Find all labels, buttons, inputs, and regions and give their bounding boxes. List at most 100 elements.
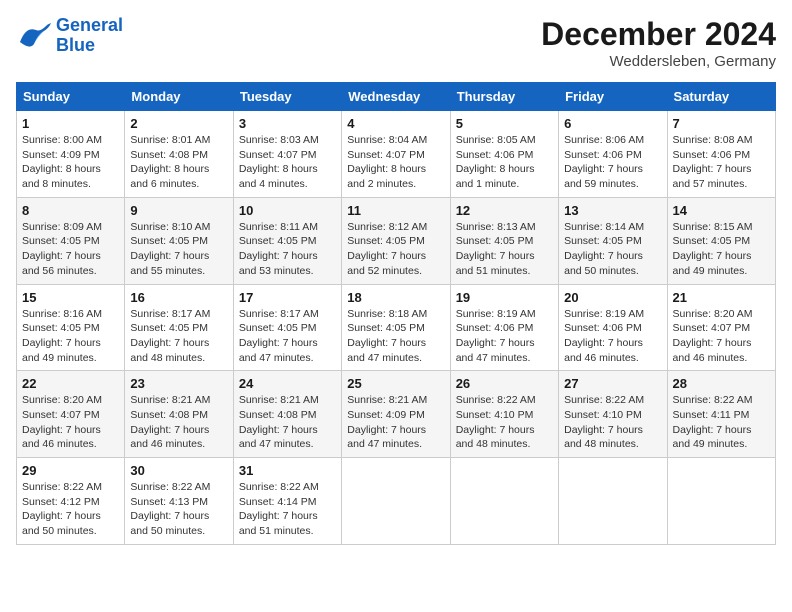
calendar-day-cell: 14 Sunrise: 8:15 AMSunset: 4:05 PMDaylig… xyxy=(667,197,775,284)
calendar-day-cell: 13 Sunrise: 8:14 AMSunset: 4:05 PMDaylig… xyxy=(559,197,667,284)
calendar-day-cell: 18 Sunrise: 8:18 AMSunset: 4:05 PMDaylig… xyxy=(342,284,450,371)
calendar-day-cell: 27 Sunrise: 8:22 AMSunset: 4:10 PMDaylig… xyxy=(559,371,667,458)
day-number: 23 xyxy=(130,376,227,391)
logo-blue: Blue xyxy=(56,36,123,56)
calendar-day-cell: 8 Sunrise: 8:09 AMSunset: 4:05 PMDayligh… xyxy=(17,197,125,284)
day-number: 18 xyxy=(347,290,444,305)
day-number: 11 xyxy=(347,203,444,218)
day-info: Sunrise: 8:16 AMSunset: 4:05 PMDaylight:… xyxy=(22,307,119,366)
calendar-day-cell: 4 Sunrise: 8:04 AMSunset: 4:07 PMDayligh… xyxy=(342,111,450,198)
calendar-day-cell: 19 Sunrise: 8:19 AMSunset: 4:06 PMDaylig… xyxy=(450,284,558,371)
day-number: 29 xyxy=(22,463,119,478)
calendar-day-cell: 20 Sunrise: 8:19 AMSunset: 4:06 PMDaylig… xyxy=(559,284,667,371)
day-number: 16 xyxy=(130,290,227,305)
day-number: 10 xyxy=(239,203,336,218)
day-info: Sunrise: 8:03 AMSunset: 4:07 PMDaylight:… xyxy=(239,133,336,192)
title-block: December 2024 Weddersleben, Germany xyxy=(541,16,776,70)
day-info: Sunrise: 8:19 AMSunset: 4:06 PMDaylight:… xyxy=(564,307,661,366)
day-number: 19 xyxy=(456,290,553,305)
day-info: Sunrise: 8:21 AMSunset: 4:09 PMDaylight:… xyxy=(347,393,444,452)
calendar-week-row: 8 Sunrise: 8:09 AMSunset: 4:05 PMDayligh… xyxy=(17,197,776,284)
day-info: Sunrise: 8:22 AMSunset: 4:10 PMDaylight:… xyxy=(456,393,553,452)
calendar-day-cell: 6 Sunrise: 8:06 AMSunset: 4:06 PMDayligh… xyxy=(559,111,667,198)
day-info: Sunrise: 8:04 AMSunset: 4:07 PMDaylight:… xyxy=(347,133,444,192)
day-number: 28 xyxy=(673,376,770,391)
day-info: Sunrise: 8:21 AMSunset: 4:08 PMDaylight:… xyxy=(239,393,336,452)
day-info: Sunrise: 8:22 AMSunset: 4:10 PMDaylight:… xyxy=(564,393,661,452)
day-info: Sunrise: 8:17 AMSunset: 4:05 PMDaylight:… xyxy=(130,307,227,366)
day-info: Sunrise: 8:22 AMSunset: 4:11 PMDaylight:… xyxy=(673,393,770,452)
day-info: Sunrise: 8:14 AMSunset: 4:05 PMDaylight:… xyxy=(564,220,661,279)
day-number: 8 xyxy=(22,203,119,218)
day-info: Sunrise: 8:20 AMSunset: 4:07 PMDaylight:… xyxy=(22,393,119,452)
day-number: 22 xyxy=(22,376,119,391)
calendar-day-cell: 7 Sunrise: 8:08 AMSunset: 4:06 PMDayligh… xyxy=(667,111,775,198)
weekday-header-wednesday: Wednesday xyxy=(342,83,450,111)
calendar-week-row: 29 Sunrise: 8:22 AMSunset: 4:12 PMDaylig… xyxy=(17,458,776,545)
calendar-day-cell: 17 Sunrise: 8:17 AMSunset: 4:05 PMDaylig… xyxy=(233,284,341,371)
calendar-day-cell: 23 Sunrise: 8:21 AMSunset: 4:08 PMDaylig… xyxy=(125,371,233,458)
day-number: 17 xyxy=(239,290,336,305)
calendar-day-cell: 10 Sunrise: 8:11 AMSunset: 4:05 PMDaylig… xyxy=(233,197,341,284)
logo: General Blue xyxy=(16,16,123,56)
day-number: 7 xyxy=(673,116,770,131)
calendar-day-cell xyxy=(559,458,667,545)
day-number: 30 xyxy=(130,463,227,478)
calendar-day-cell: 26 Sunrise: 8:22 AMSunset: 4:10 PMDaylig… xyxy=(450,371,558,458)
calendar-day-cell xyxy=(667,458,775,545)
day-number: 13 xyxy=(564,203,661,218)
calendar-day-cell: 2 Sunrise: 8:01 AMSunset: 4:08 PMDayligh… xyxy=(125,111,233,198)
day-info: Sunrise: 8:19 AMSunset: 4:06 PMDaylight:… xyxy=(456,307,553,366)
day-info: Sunrise: 8:11 AMSunset: 4:05 PMDaylight:… xyxy=(239,220,336,279)
calendar-day-cell: 21 Sunrise: 8:20 AMSunset: 4:07 PMDaylig… xyxy=(667,284,775,371)
calendar-day-cell: 1 Sunrise: 8:00 AMSunset: 4:09 PMDayligh… xyxy=(17,111,125,198)
day-number: 5 xyxy=(456,116,553,131)
calendar-table: SundayMondayTuesdayWednesdayThursdayFrid… xyxy=(16,82,776,545)
day-number: 15 xyxy=(22,290,119,305)
calendar-week-row: 22 Sunrise: 8:20 AMSunset: 4:07 PMDaylig… xyxy=(17,371,776,458)
weekday-header-row: SundayMondayTuesdayWednesdayThursdayFrid… xyxy=(17,83,776,111)
day-info: Sunrise: 8:13 AMSunset: 4:05 PMDaylight:… xyxy=(456,220,553,279)
day-info: Sunrise: 8:22 AMSunset: 4:13 PMDaylight:… xyxy=(130,480,227,539)
day-number: 1 xyxy=(22,116,119,131)
day-number: 27 xyxy=(564,376,661,391)
weekday-header-friday: Friday xyxy=(559,83,667,111)
calendar-day-cell: 3 Sunrise: 8:03 AMSunset: 4:07 PMDayligh… xyxy=(233,111,341,198)
day-info: Sunrise: 8:20 AMSunset: 4:07 PMDaylight:… xyxy=(673,307,770,366)
day-info: Sunrise: 8:22 AMSunset: 4:14 PMDaylight:… xyxy=(239,480,336,539)
calendar-day-cell: 12 Sunrise: 8:13 AMSunset: 4:05 PMDaylig… xyxy=(450,197,558,284)
weekday-header-saturday: Saturday xyxy=(667,83,775,111)
day-info: Sunrise: 8:08 AMSunset: 4:06 PMDaylight:… xyxy=(673,133,770,192)
day-number: 12 xyxy=(456,203,553,218)
calendar-day-cell: 30 Sunrise: 8:22 AMSunset: 4:13 PMDaylig… xyxy=(125,458,233,545)
day-number: 21 xyxy=(673,290,770,305)
calendar-day-cell xyxy=(342,458,450,545)
calendar-week-row: 1 Sunrise: 8:00 AMSunset: 4:09 PMDayligh… xyxy=(17,111,776,198)
calendar-day-cell: 11 Sunrise: 8:12 AMSunset: 4:05 PMDaylig… xyxy=(342,197,450,284)
day-number: 20 xyxy=(564,290,661,305)
day-number: 4 xyxy=(347,116,444,131)
weekday-header-monday: Monday xyxy=(125,83,233,111)
day-number: 31 xyxy=(239,463,336,478)
day-info: Sunrise: 8:01 AMSunset: 4:08 PMDaylight:… xyxy=(130,133,227,192)
day-info: Sunrise: 8:17 AMSunset: 4:05 PMDaylight:… xyxy=(239,307,336,366)
logo-general: General xyxy=(56,15,123,35)
logo-text: General xyxy=(56,16,123,36)
calendar-day-cell: 31 Sunrise: 8:22 AMSunset: 4:14 PMDaylig… xyxy=(233,458,341,545)
day-number: 25 xyxy=(347,376,444,391)
calendar-day-cell: 22 Sunrise: 8:20 AMSunset: 4:07 PMDaylig… xyxy=(17,371,125,458)
day-info: Sunrise: 8:21 AMSunset: 4:08 PMDaylight:… xyxy=(130,393,227,452)
calendar-day-cell: 28 Sunrise: 8:22 AMSunset: 4:11 PMDaylig… xyxy=(667,371,775,458)
logo-bird-icon xyxy=(16,22,52,50)
day-number: 9 xyxy=(130,203,227,218)
weekday-header-thursday: Thursday xyxy=(450,83,558,111)
location: Weddersleben, Germany xyxy=(541,53,776,70)
weekday-header-tuesday: Tuesday xyxy=(233,83,341,111)
month-title: December 2024 xyxy=(541,16,776,53)
day-number: 2 xyxy=(130,116,227,131)
page-header: General Blue December 2024 Weddersleben,… xyxy=(16,16,776,70)
day-info: Sunrise: 8:15 AMSunset: 4:05 PMDaylight:… xyxy=(673,220,770,279)
calendar-day-cell: 25 Sunrise: 8:21 AMSunset: 4:09 PMDaylig… xyxy=(342,371,450,458)
calendar-day-cell: 24 Sunrise: 8:21 AMSunset: 4:08 PMDaylig… xyxy=(233,371,341,458)
calendar-day-cell: 15 Sunrise: 8:16 AMSunset: 4:05 PMDaylig… xyxy=(17,284,125,371)
